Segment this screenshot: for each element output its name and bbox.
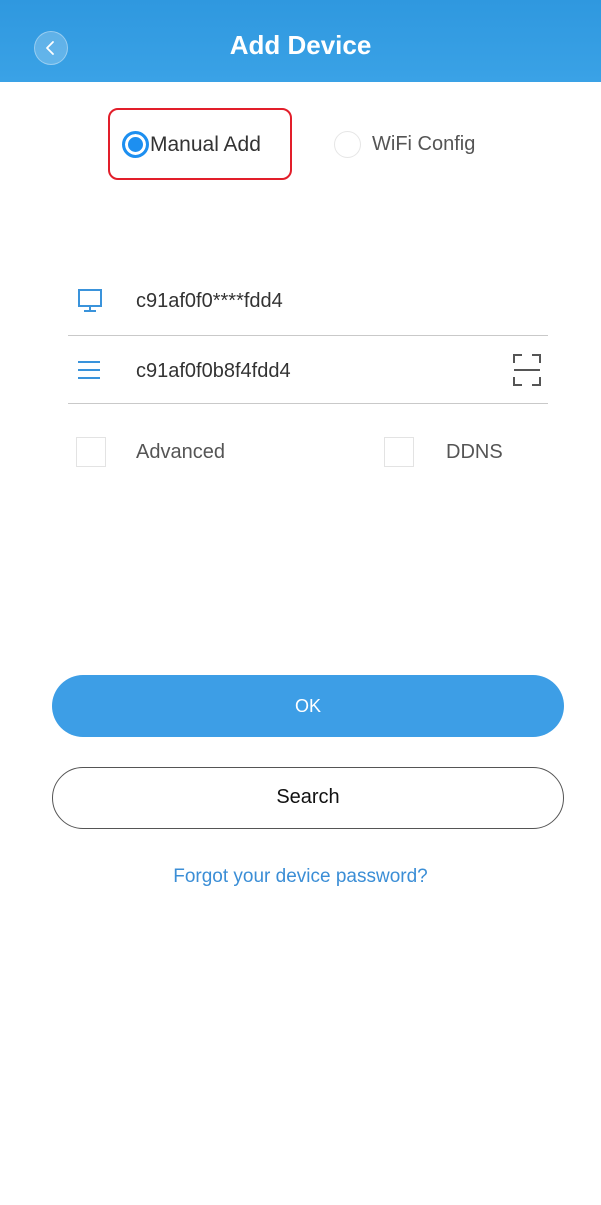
forgot-password-link[interactable]: Forgot your device password? <box>0 866 601 888</box>
list-icon <box>78 361 100 379</box>
device-id-value: c91af0f0****fdd4 <box>136 290 283 312</box>
manual-add-label[interactable]: Manual Add <box>150 133 261 157</box>
divider <box>68 403 548 404</box>
ok-button[interactable]: OK <box>52 675 564 737</box>
serial-value: c91af0f0b8f4fdd4 <box>136 360 291 382</box>
search-button[interactable]: Search <box>52 767 564 829</box>
advanced-checkbox[interactable] <box>76 437 106 467</box>
ddns-label[interactable]: DDNS <box>446 441 503 464</box>
advanced-label[interactable]: Advanced <box>136 441 225 464</box>
header-bar: Add Device <box>0 0 601 82</box>
wifi-config-radio[interactable] <box>334 131 361 158</box>
page-title: Add Device <box>229 30 372 60</box>
wifi-config-label[interactable]: WiFi Config <box>372 133 475 156</box>
divider <box>68 335 548 336</box>
device-id-field[interactable]: c91af0f0****fdd4 <box>68 270 548 336</box>
serial-field[interactable]: c91af0f0b8f4fdd4 <box>68 338 548 404</box>
ddns-checkbox[interactable] <box>384 437 414 467</box>
scan-frame-icon[interactable] <box>512 353 542 387</box>
manual-add-radio[interactable] <box>122 131 149 158</box>
monitor-icon <box>78 289 102 312</box>
